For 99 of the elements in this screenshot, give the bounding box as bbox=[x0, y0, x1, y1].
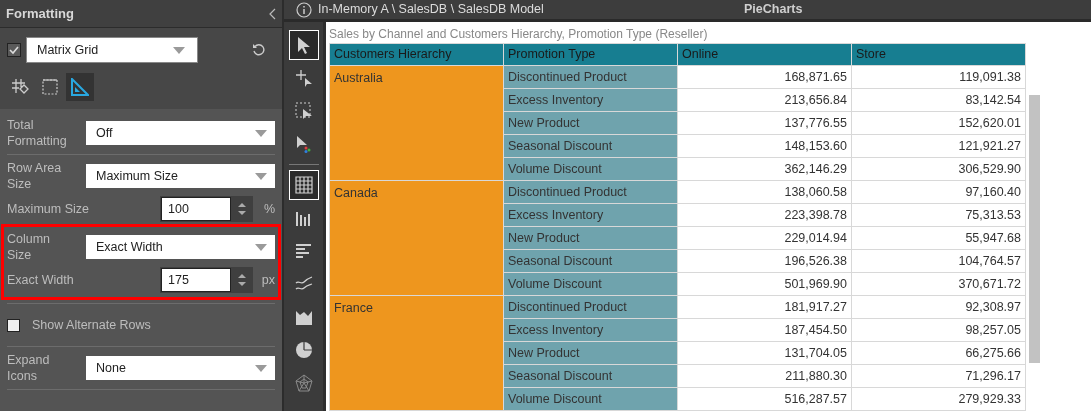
row-header: Discontinued Product bbox=[503, 180, 678, 204]
dropdown[interactable]: Off bbox=[86, 121, 275, 145]
pointer-icon bbox=[296, 36, 311, 54]
line-chart-icon bbox=[294, 275, 313, 293]
table-cell: 71,296.17 bbox=[851, 364, 1026, 388]
table-cell: 75,313.53 bbox=[851, 203, 1026, 227]
caret-icon bbox=[173, 46, 185, 54]
column-header[interactable]: Customers Hierarchy bbox=[329, 43, 504, 66]
table-cell: 370,671.72 bbox=[851, 272, 1026, 296]
row-header: Excess Inventory bbox=[503, 203, 678, 227]
table-cell: 168,871.65 bbox=[677, 65, 852, 89]
table-cell: 121,921.27 bbox=[851, 134, 1026, 158]
visual-type-dropdown[interactable]: Matrix Grid bbox=[26, 37, 198, 63]
row-header: Seasonal Discount bbox=[503, 134, 678, 158]
table-cell: 501,969.90 bbox=[677, 272, 852, 296]
pie-chart-icon bbox=[294, 341, 313, 359]
column-header[interactable]: Store bbox=[851, 43, 1026, 66]
row-header: New Product bbox=[503, 341, 678, 365]
row-header: New Product bbox=[503, 226, 678, 250]
dropdown[interactable]: Maximum Size bbox=[86, 164, 275, 188]
column-header[interactable]: Online bbox=[677, 43, 852, 66]
table-cell: 196,526.38 bbox=[677, 249, 852, 273]
row-header: Seasonal Discount bbox=[503, 249, 678, 273]
table-cell: 306,529.90 bbox=[851, 157, 1026, 181]
caret-icon bbox=[255, 172, 267, 180]
setting-label: Exact Width bbox=[7, 272, 74, 288]
checkbox-label: Show Alternate Rows bbox=[32, 316, 151, 334]
table-title: Sales by Channel and Customers Hierarchy, Promotion Type (Reseller) bbox=[329, 27, 709, 41]
table-cell: 55,947.68 bbox=[851, 226, 1026, 250]
table-cell: 83,142.54 bbox=[851, 88, 1026, 112]
row-header: New Product bbox=[503, 111, 678, 135]
radar-chart-icon bbox=[294, 374, 313, 392]
row-header: France bbox=[329, 295, 504, 411]
table-cell: 119,091.38 bbox=[851, 65, 1026, 89]
row-header: Australia bbox=[329, 65, 504, 181]
number-field[interactable]: 100 bbox=[161, 197, 231, 221]
row-header: Discontinued Product bbox=[503, 65, 678, 89]
caret-icon bbox=[255, 129, 267, 137]
scrollbar-thumb[interactable] bbox=[1029, 95, 1040, 363]
unit-label: % bbox=[262, 200, 275, 218]
checkbox[interactable] bbox=[7, 318, 20, 332]
column-chart-icon bbox=[294, 209, 313, 227]
table-cell: 223,398.78 bbox=[677, 203, 852, 227]
row-header: Discontinued Product bbox=[503, 295, 678, 319]
caret-icon bbox=[255, 243, 267, 251]
setting-label: Total Formatting bbox=[7, 117, 68, 149]
border-icon bbox=[42, 79, 58, 95]
selection-icon bbox=[294, 102, 313, 120]
info-icon[interactable] bbox=[296, 1, 312, 18]
dropdown[interactable]: None bbox=[86, 356, 275, 380]
grid-icon bbox=[294, 176, 313, 194]
setting-label: Expand Icons bbox=[7, 352, 51, 384]
table-cell: 229,014.94 bbox=[677, 226, 852, 250]
row-header: Excess Inventory bbox=[503, 318, 678, 342]
tag-icon bbox=[11, 78, 29, 96]
setting-label: Maximum Size bbox=[7, 201, 89, 217]
setting-label: Row Area Size bbox=[7, 160, 63, 192]
checkbox[interactable] bbox=[7, 43, 21, 57]
unit-label: px bbox=[260, 271, 275, 289]
row-header: Volume Discount bbox=[503, 157, 678, 181]
table-cell: 181,917.27 bbox=[677, 295, 852, 319]
bar-chart-icon bbox=[294, 242, 313, 260]
table-cell: 213,656.84 bbox=[677, 88, 852, 112]
add-pointer-icon bbox=[294, 69, 313, 87]
caret-icon bbox=[255, 364, 267, 372]
table-cell: 148,153.60 bbox=[677, 134, 852, 158]
row-header: Excess Inventory bbox=[503, 88, 678, 112]
pointer-dots-icon bbox=[295, 135, 312, 153]
table-cell: 138,060.58 bbox=[677, 180, 852, 204]
table-cell: 211,880.30 bbox=[677, 364, 852, 388]
format-tab[interactable] bbox=[66, 73, 94, 101]
column-header[interactable]: Promotion Type bbox=[503, 43, 678, 66]
collapse-icon[interactable] bbox=[268, 7, 276, 20]
dropdown[interactable]: Exact Width bbox=[86, 235, 275, 259]
table-cell: 187,454.50 bbox=[677, 318, 852, 342]
breadcrumb: In-Memory A \ SalesDB \ SalesDB Model bbox=[318, 1, 544, 19]
table-cell: 279,929.33 bbox=[851, 387, 1026, 411]
row-header: Seasonal Discount bbox=[503, 364, 678, 388]
table-cell: 362,146.29 bbox=[677, 157, 852, 181]
table-cell: 98,257.05 bbox=[851, 318, 1026, 342]
row-header: Volume Discount bbox=[503, 272, 678, 296]
setting-label: Column Size bbox=[7, 231, 52, 263]
area-chart-icon bbox=[294, 308, 313, 326]
report-title: PieCharts bbox=[744, 1, 803, 19]
toolbar-button[interactable] bbox=[288, 30, 319, 60]
table-cell: 97,160.40 bbox=[851, 180, 1026, 204]
row-header: Volume Discount bbox=[503, 387, 678, 411]
reset-icon[interactable] bbox=[252, 43, 266, 57]
table-cell: 152,620.01 bbox=[851, 111, 1026, 135]
table-cell: 104,764.57 bbox=[851, 249, 1026, 273]
table-cell: 137,776.55 bbox=[677, 111, 852, 135]
table-cell: 92,308.97 bbox=[851, 295, 1026, 319]
table-cell: 131,704.05 bbox=[677, 341, 852, 365]
panel-title: Formatting bbox=[6, 4, 74, 23]
table-cell: 66,275.66 bbox=[851, 341, 1026, 365]
table-cell: 516,287.57 bbox=[677, 387, 852, 411]
row-header: Canada bbox=[329, 180, 504, 296]
number-field[interactable]: 175 bbox=[161, 268, 231, 292]
toolbar-button[interactable] bbox=[288, 170, 319, 200]
